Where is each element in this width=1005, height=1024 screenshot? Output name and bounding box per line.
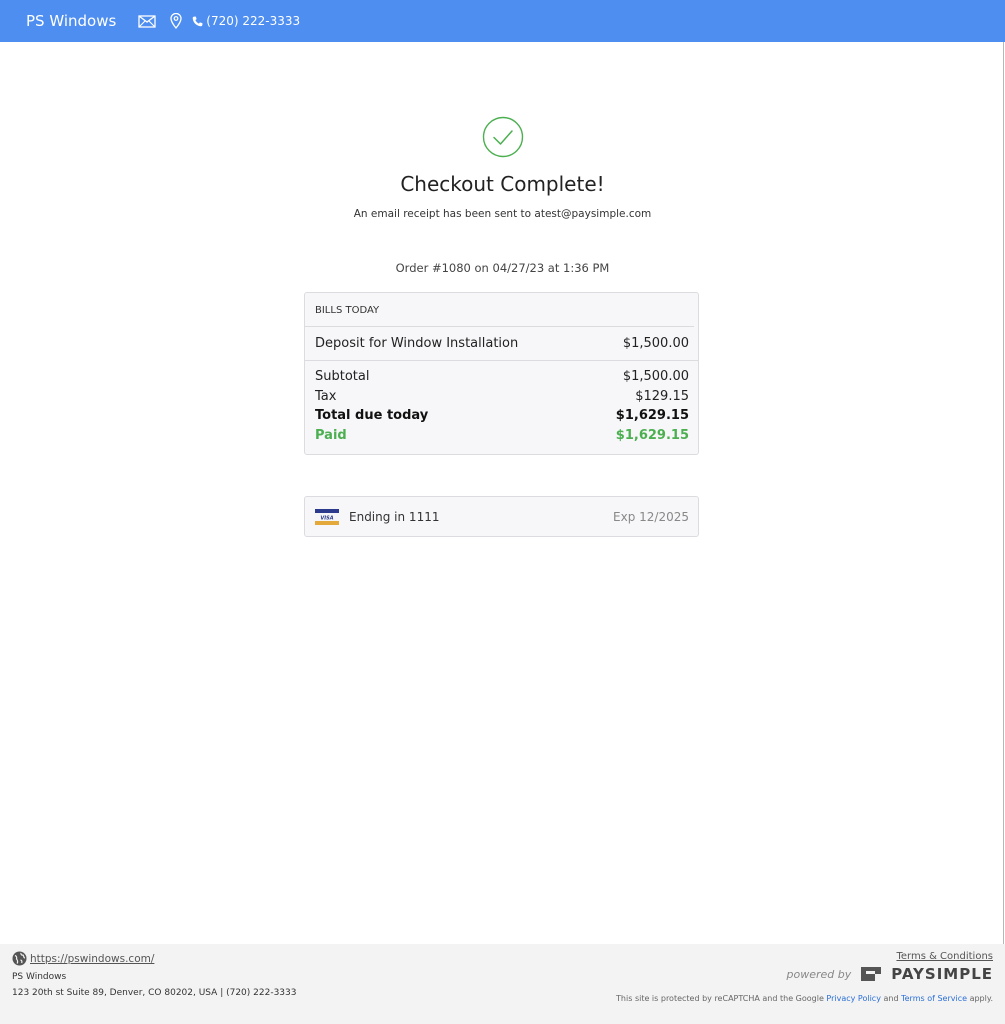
paysimple-logo-icon bbox=[861, 967, 882, 981]
phone-number: (720) 222-3333 bbox=[206, 14, 301, 28]
header-phone[interactable]: (720) 222-3333 bbox=[192, 14, 300, 28]
card-ending: Ending in 1111 bbox=[349, 509, 440, 524]
success-block: Checkout Complete! An email receipt has … bbox=[0, 116, 1005, 220]
tax-row: Tax $129.15 bbox=[315, 387, 689, 407]
header-bar: PS Windows (720) 222-3333 bbox=[0, 0, 1005, 42]
recaptcha-and: and bbox=[883, 994, 899, 1003]
mail-icon[interactable] bbox=[138, 14, 156, 28]
footer-address: 123 20th st Suite 89, Denver, CO 80202, … bbox=[12, 988, 297, 998]
recaptcha-text: This site is protected by reCAPTCHA and … bbox=[616, 994, 824, 1003]
tax-value: $129.15 bbox=[635, 388, 689, 404]
visa-card-icon: VISA bbox=[315, 508, 339, 525]
paid-value: $1,629.15 bbox=[615, 427, 689, 443]
totals-section: Subtotal $1,500.00 Tax $129.15 Total due… bbox=[305, 361, 698, 445]
recaptcha-notice: This site is protected by reCAPTCHA and … bbox=[616, 994, 993, 1003]
terms-of-service-link[interactable]: Terms of Service bbox=[901, 994, 967, 1003]
website-link-row: https://pswindows.com/ bbox=[12, 951, 154, 966]
subtotal-value: $1,500.00 bbox=[622, 369, 689, 384]
bills-heading: BILLS TODAY bbox=[305, 293, 694, 327]
page-title: Checkout Complete! bbox=[400, 172, 605, 196]
success-check-icon bbox=[482, 116, 524, 158]
total-value: $1,629.15 bbox=[615, 408, 689, 423]
total-label: Total due today bbox=[315, 408, 429, 423]
footer: https://pswindows.com/ PS Windows 123 20… bbox=[0, 944, 1005, 1024]
subtotal-label: Subtotal bbox=[315, 369, 370, 384]
powered-by: powered by PAYSIMPLE bbox=[786, 965, 993, 983]
website-link[interactable]: https://pswindows.com/ bbox=[30, 953, 154, 965]
powered-by-label: powered by bbox=[786, 967, 852, 981]
checkout-page: PS Windows (720) 222-3333 Checkout Compl… bbox=[0, 0, 1005, 1024]
brand-name[interactable]: PS Windows bbox=[26, 12, 116, 30]
receipt-notice: An email receipt has been sent to atest@… bbox=[353, 208, 652, 220]
svg-text:VISA: VISA bbox=[320, 515, 333, 521]
paid-row: Paid $1,629.15 bbox=[315, 426, 689, 446]
paid-label: Paid bbox=[315, 427, 347, 443]
total-row: Total due today $1,629.15 bbox=[315, 406, 689, 426]
globe-icon bbox=[12, 951, 27, 966]
paysimple-logo-text: PAYSIMPLE bbox=[891, 965, 993, 983]
privacy-policy-link[interactable]: Privacy Policy bbox=[826, 994, 881, 1003]
footer-business-name: PS Windows bbox=[12, 972, 67, 982]
bill-item-amount: $1,500.00 bbox=[622, 336, 689, 351]
card-expiry: Exp 12/2025 bbox=[613, 509, 689, 524]
payment-method-card: VISA Ending in 1111 Exp 12/2025 bbox=[304, 496, 699, 537]
recaptcha-apply: apply. bbox=[969, 994, 993, 1003]
location-pin-icon[interactable] bbox=[170, 13, 182, 29]
phone-icon bbox=[192, 16, 203, 26]
order-info: Order #1080 on 04/27/23 at 1:36 PM bbox=[395, 261, 610, 275]
subtotal-row: Subtotal $1,500.00 bbox=[315, 367, 689, 387]
terms-link[interactable]: Terms & Conditions bbox=[896, 951, 993, 962]
tax-label: Tax bbox=[315, 388, 337, 404]
bill-line-item: Deposit for Window Installation $1,500.0… bbox=[305, 327, 698, 361]
bill-item-label: Deposit for Window Installation bbox=[315, 336, 519, 351]
bills-summary-card: BILLS TODAY Deposit for Window Installat… bbox=[304, 292, 699, 455]
